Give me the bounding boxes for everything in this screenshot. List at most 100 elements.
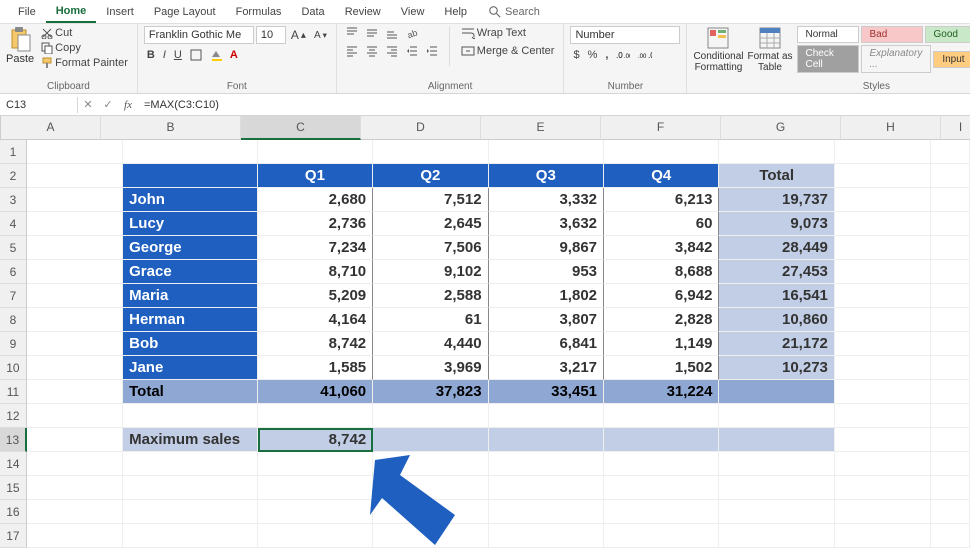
cell-H7[interactable] <box>835 284 931 308</box>
cell-E8[interactable]: 3,807 <box>489 308 604 332</box>
orientation-button[interactable]: ab <box>403 26 421 40</box>
name-Herman[interactable]: Herman <box>123 308 258 332</box>
cell-G17[interactable] <box>719 524 834 548</box>
cell-G3[interactable]: 19,737 <box>719 188 834 212</box>
cell-I10[interactable] <box>931 356 970 380</box>
cell-E5[interactable]: 9,867 <box>489 236 604 260</box>
row-header-8[interactable]: 8 <box>0 308 27 332</box>
decrease-decimal-button[interactable]: .00.0 <box>635 49 655 61</box>
increase-font-button[interactable]: A▴ <box>288 27 309 43</box>
cell-G1[interactable] <box>719 140 834 164</box>
increase-decimal-button[interactable]: .0.00 <box>613 49 633 61</box>
col-header-C[interactable]: C <box>241 116 361 140</box>
cell-E15[interactable] <box>489 476 604 500</box>
cell-A10[interactable] <box>27 356 123 380</box>
cell-G4[interactable]: 9,073 <box>719 212 834 236</box>
row-header-4[interactable]: 4 <box>0 212 27 236</box>
cell-D8[interactable]: 61 <box>373 308 488 332</box>
row-header-15[interactable]: 15 <box>0 476 27 500</box>
cell-A17[interactable] <box>27 524 123 548</box>
col-header-B[interactable]: B <box>101 116 241 140</box>
align-middle-button[interactable] <box>363 26 381 40</box>
cell-H12[interactable] <box>835 404 931 428</box>
cell-A4[interactable] <box>27 212 123 236</box>
cell-B15[interactable] <box>123 476 258 500</box>
cell-G10[interactable]: 10,273 <box>719 356 834 380</box>
cell-D17[interactable] <box>373 524 488 548</box>
cell-C4[interactable]: 2,736 <box>258 212 373 236</box>
font-color-button[interactable]: A <box>227 48 241 62</box>
cell-I12[interactable] <box>931 404 970 428</box>
cell-D14[interactable] <box>373 452 488 476</box>
merge-center-button[interactable]: Merge & Center <box>458 44 558 58</box>
cell-D4[interactable]: 2,645 <box>373 212 488 236</box>
cell-E17[interactable] <box>489 524 604 548</box>
cell-D3[interactable]: 7,512 <box>373 188 488 212</box>
increase-indent-button[interactable] <box>423 44 441 58</box>
cell-A9[interactable] <box>27 332 123 356</box>
wrap-text-button[interactable]: Wrap Text <box>458 26 558 40</box>
name-John[interactable]: John <box>123 188 258 212</box>
cell-F1[interactable] <box>604 140 719 164</box>
font-name-select[interactable]: Franklin Gothic Me <box>144 26 254 44</box>
cell-F10[interactable]: 1,502 <box>604 356 719 380</box>
total-q4[interactable]: 31,224 <box>604 380 719 404</box>
cell-F16[interactable] <box>604 500 719 524</box>
align-left-button[interactable] <box>343 44 361 58</box>
style-good[interactable]: Good <box>925 26 970 43</box>
align-top-button[interactable] <box>343 26 361 40</box>
row-header-13[interactable]: 13 <box>0 428 27 452</box>
cell-D16[interactable] <box>373 500 488 524</box>
cell-C5[interactable]: 7,234 <box>258 236 373 260</box>
cell-H13[interactable] <box>835 428 931 452</box>
cell-I5[interactable] <box>931 236 970 260</box>
cell-C10[interactable]: 1,585 <box>258 356 373 380</box>
tab-file[interactable]: File <box>8 2 46 22</box>
tab-view[interactable]: View <box>391 2 435 22</box>
cell-H9[interactable] <box>835 332 931 356</box>
col-header-F[interactable]: F <box>601 116 721 140</box>
cell-I17[interactable] <box>931 524 970 548</box>
percent-button[interactable]: % <box>585 48 601 62</box>
row-header-16[interactable]: 16 <box>0 500 27 524</box>
decrease-font-button[interactable]: A▾ <box>311 29 330 42</box>
cell-D7[interactable]: 2,588 <box>373 284 488 308</box>
cell-D10[interactable]: 3,969 <box>373 356 488 380</box>
row-header-11[interactable]: 11 <box>0 380 27 404</box>
cell-A13[interactable] <box>27 428 123 452</box>
italic-button[interactable]: I <box>160 48 169 62</box>
cell-D13[interactable] <box>373 428 488 452</box>
cell-H1[interactable] <box>835 140 931 164</box>
cell-H10[interactable] <box>835 356 931 380</box>
align-right-button[interactable] <box>383 44 401 58</box>
cell-F9[interactable]: 1,149 <box>604 332 719 356</box>
cell-C9[interactable]: 8,742 <box>258 332 373 356</box>
style-input[interactable]: Input <box>933 51 970 68</box>
cell-I6[interactable] <box>931 260 970 284</box>
style-check-cell[interactable]: Check Cell <box>797 45 859 73</box>
cell-H16[interactable] <box>835 500 931 524</box>
cell-B14[interactable] <box>123 452 258 476</box>
cell-I1[interactable] <box>931 140 970 164</box>
cell-G16[interactable] <box>719 500 834 524</box>
cell-C3[interactable]: 2,680 <box>258 188 373 212</box>
row-header-14[interactable]: 14 <box>0 452 27 476</box>
cell-G6[interactable]: 27,453 <box>719 260 834 284</box>
col-header-H[interactable]: H <box>841 116 941 140</box>
cell-C17[interactable] <box>258 524 373 548</box>
cell-B2[interactable] <box>123 164 258 188</box>
cell-E12[interactable] <box>489 404 604 428</box>
max-sales-label[interactable]: Maximum sales <box>123 428 258 452</box>
cell-E1[interactable] <box>489 140 604 164</box>
cell-B16[interactable] <box>123 500 258 524</box>
cell-H14[interactable] <box>835 452 931 476</box>
cell-C16[interactable] <box>258 500 373 524</box>
col-header-A[interactable]: A <box>1 116 101 140</box>
max-sales-value[interactable]: 8,742 <box>258 428 373 452</box>
tab-page-layout[interactable]: Page Layout <box>144 2 226 22</box>
cell-H15[interactable] <box>835 476 931 500</box>
total-q2[interactable]: 37,823 <box>373 380 488 404</box>
cell-H5[interactable] <box>835 236 931 260</box>
decrease-indent-button[interactable] <box>403 44 421 58</box>
name-Jane[interactable]: Jane <box>123 356 258 380</box>
